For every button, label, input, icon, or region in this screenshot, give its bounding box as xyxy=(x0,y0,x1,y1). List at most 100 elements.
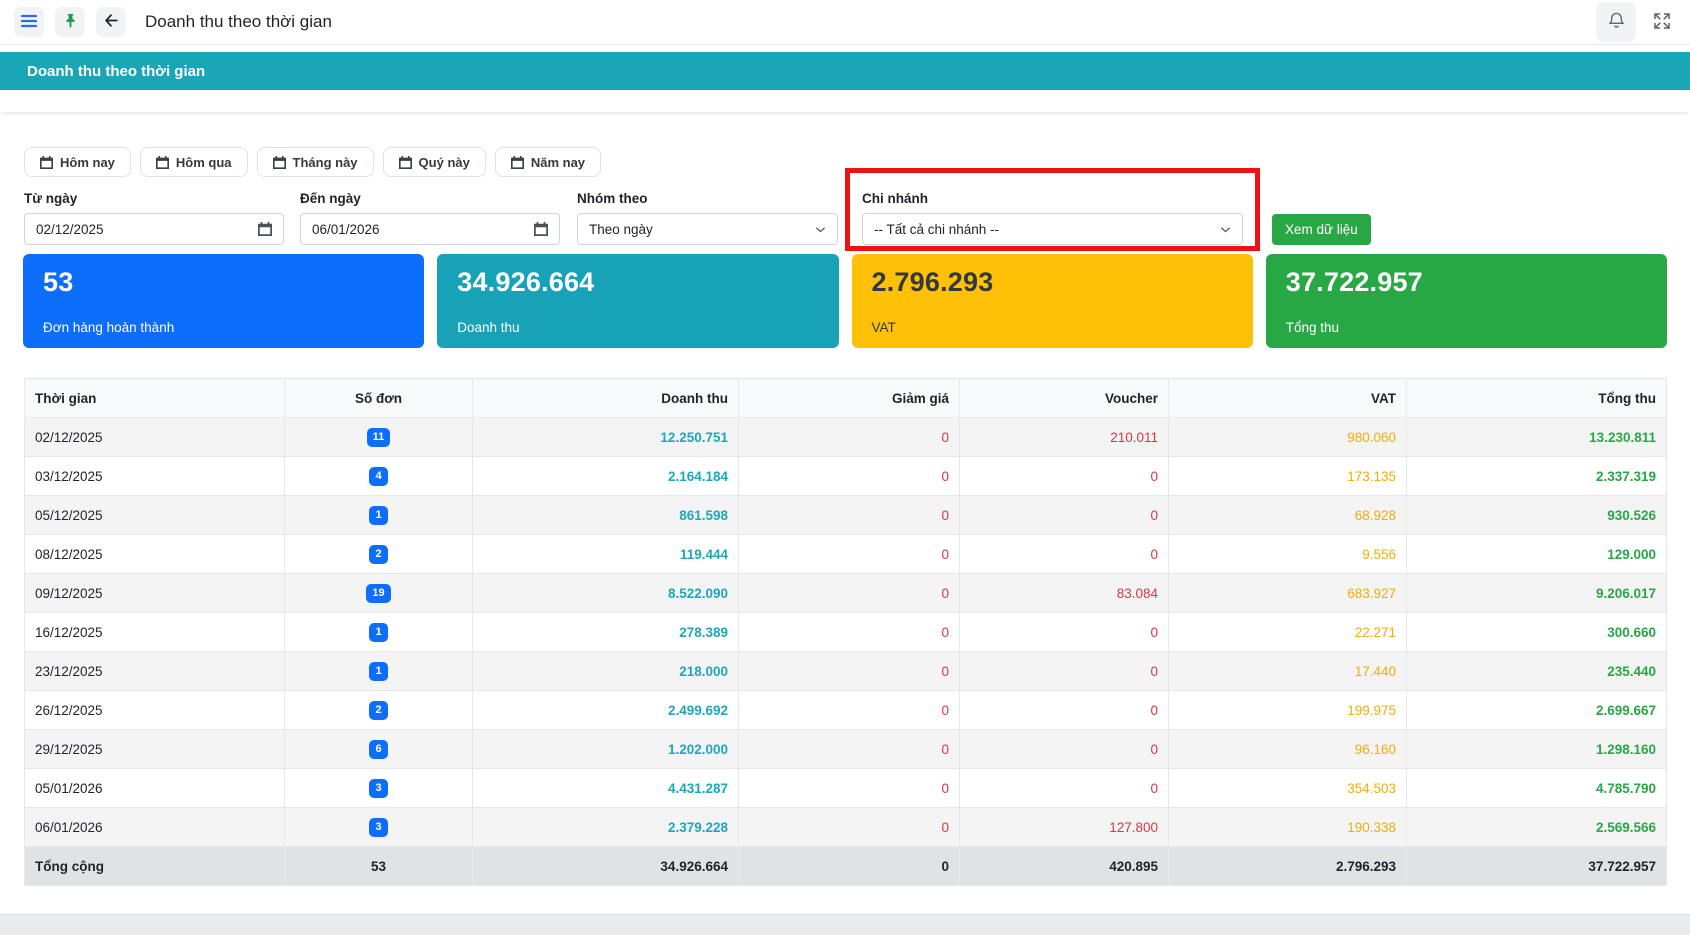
cell-date: 06/01/2026 xyxy=(24,807,285,847)
total-label: Tổng cộng xyxy=(24,846,285,886)
quick-filter-3[interactable]: Quý này xyxy=(382,147,486,177)
stat-card-label: Tổng thu xyxy=(1285,320,1340,335)
total-voucher: 420.895 xyxy=(959,846,1169,886)
cell-total: 300.660 xyxy=(1406,612,1667,652)
table-row: 08/12/2025 2 119.444 0 0 9.556 129.000 xyxy=(24,534,1667,574)
cell-revenue: 861.598 xyxy=(472,495,739,535)
cell-voucher: 0 xyxy=(959,690,1169,730)
cell-voucher: 0 xyxy=(959,534,1169,574)
cell-total: 235.440 xyxy=(1406,651,1667,691)
cell-orders: 2 xyxy=(284,534,473,574)
orders-badge: 3 xyxy=(369,778,388,798)
quick-filter-2[interactable]: Tháng này xyxy=(256,147,374,177)
cell-total: 13.230.811 xyxy=(1406,417,1667,457)
cell-date: 29/12/2025 xyxy=(24,729,285,769)
table-row: 02/12/2025 11 12.250.751 0 210.011 980.0… xyxy=(24,417,1667,457)
table-row: 06/01/2026 3 2.379.228 0 127.800 190.338… xyxy=(24,807,1667,847)
pin-button[interactable] xyxy=(55,7,85,37)
branch-select[interactable]: -- Tất cả chi nhánh -- xyxy=(862,213,1243,245)
cell-revenue: 1.202.000 xyxy=(472,729,739,769)
column-header-2: Doanh thu xyxy=(472,378,739,418)
to-date-group: Đến ngày 06/01/2026 xyxy=(300,191,560,245)
cell-total: 2.699.667 xyxy=(1406,690,1667,730)
to-date-input[interactable]: 06/01/2026 xyxy=(300,213,560,245)
cell-vat: 980.060 xyxy=(1168,417,1407,457)
cell-total: 129.000 xyxy=(1406,534,1667,574)
branch-label: Chi nhánh xyxy=(862,191,928,206)
calendar-icon xyxy=(272,155,286,169)
stat-card-value: 2.796.293 xyxy=(871,267,994,297)
chevron-down-icon xyxy=(815,224,826,235)
quick-filter-4[interactable]: Năm nay xyxy=(494,147,602,177)
from-date-input[interactable]: 02/12/2025 xyxy=(24,213,284,245)
from-date-label: Từ ngày xyxy=(24,191,78,206)
menu-button[interactable] xyxy=(14,7,44,37)
orders-badge: 6 xyxy=(369,739,388,759)
total-discount: 0 xyxy=(738,846,960,886)
cell-orders: 2 xyxy=(284,690,473,730)
cell-voucher: 0 xyxy=(959,768,1169,808)
stat-card-3: 37.722.957 Tổng thu xyxy=(1265,254,1667,348)
cell-date: 08/12/2025 xyxy=(24,534,285,574)
cell-vat: 354.503 xyxy=(1168,768,1407,808)
cell-revenue: 8.522.090 xyxy=(472,573,739,613)
calendar-icon xyxy=(398,155,412,169)
orders-badge: 2 xyxy=(369,700,388,720)
calendar-icon xyxy=(534,222,548,236)
header-shadow xyxy=(0,90,1690,112)
cell-discount: 0 xyxy=(738,690,960,730)
table-row: 05/12/2025 1 861.598 0 0 68.928 930.526 xyxy=(24,495,1667,535)
orders-badge: 1 xyxy=(369,622,388,642)
column-header-0: Thời gian xyxy=(24,378,285,418)
notifications-button[interactable] xyxy=(1596,2,1636,42)
cell-discount: 0 xyxy=(738,417,960,457)
cell-voucher: 0 xyxy=(959,729,1169,769)
fullscreen-button[interactable] xyxy=(1648,8,1676,36)
bottom-strip xyxy=(0,914,1690,935)
column-header-6: Tổng thu xyxy=(1406,378,1667,418)
bell-icon xyxy=(1607,11,1626,33)
cell-orders: 3 xyxy=(284,807,473,847)
group-by-select[interactable]: Theo ngày xyxy=(577,213,838,245)
cell-vat: 68.928 xyxy=(1168,495,1407,535)
table-row: 09/12/2025 19 8.522.090 0 83.084 683.927… xyxy=(24,573,1667,613)
table-header-row: Thời gian Số đơn Doanh thu Giảm giá Voucher V… xyxy=(24,378,1667,418)
cell-orders: 1 xyxy=(284,495,473,535)
filter-form: Từ ngày 02/12/2025 Đến ngày 06/01/2026 N… xyxy=(24,168,1666,251)
column-header-5: VAT xyxy=(1168,378,1407,418)
stat-cards-row: 53 Đơn hàng hoàn thành 34.926.664 Doanh … xyxy=(23,254,1667,348)
cell-orders: 6 xyxy=(284,729,473,769)
cell-orders: 4 xyxy=(284,456,473,496)
stat-card-value: 37.722.957 xyxy=(1285,267,1423,297)
table-row: 29/12/2025 6 1.202.000 0 0 96.160 1.298.… xyxy=(24,729,1667,769)
orders-badge: 1 xyxy=(369,505,388,525)
cell-vat: 199.975 xyxy=(1168,690,1407,730)
cell-revenue: 218.000 xyxy=(472,651,739,691)
orders-badge: 11 xyxy=(366,427,391,447)
stat-card-label: VAT xyxy=(871,320,896,335)
cell-vat: 9.556 xyxy=(1168,534,1407,574)
cell-discount: 0 xyxy=(738,768,960,808)
calendar-icon xyxy=(155,155,169,169)
table-row: 16/12/2025 1 278.389 0 0 22.271 300.660 xyxy=(24,612,1667,652)
orders-badge: 3 xyxy=(369,817,388,837)
cell-voucher: 0 xyxy=(959,456,1169,496)
page-title: Doanh thu theo thời gian xyxy=(145,12,332,31)
topbar-actions xyxy=(1596,2,1676,42)
cell-revenue: 4.431.287 xyxy=(472,768,739,808)
back-button[interactable] xyxy=(96,7,126,37)
view-data-button[interactable]: Xem dữ liệu xyxy=(1272,214,1371,245)
cell-discount: 0 xyxy=(738,573,960,613)
cell-voucher: 0 xyxy=(959,612,1169,652)
quick-filter-0[interactable]: Hôm nay xyxy=(24,147,131,177)
total-total: 37.722.957 xyxy=(1406,846,1667,886)
cell-revenue: 2.499.692 xyxy=(472,690,739,730)
cell-total: 1.298.160 xyxy=(1406,729,1667,769)
orders-badge: 2 xyxy=(369,544,388,564)
cell-discount: 0 xyxy=(738,651,960,691)
cell-revenue: 2.379.228 xyxy=(472,807,739,847)
cell-total: 2.569.566 xyxy=(1406,807,1667,847)
cell-discount: 0 xyxy=(738,534,960,574)
quick-filter-1[interactable]: Hôm qua xyxy=(139,147,248,177)
stat-card-1: 34.926.664 Doanh thu xyxy=(437,254,839,348)
